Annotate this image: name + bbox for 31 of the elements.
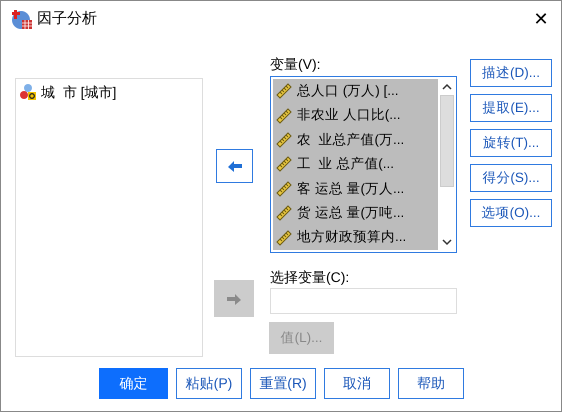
dialog-button[interactable]: 确定 [99, 368, 168, 399]
selection-variable-label: 选择变量(C): [270, 268, 350, 287]
window-title: 因子分析 [37, 8, 97, 29]
dialog-button[interactable]: 重置(R) [250, 368, 316, 399]
dialog-button[interactable]: 描述(D)... [470, 59, 552, 87]
app-icon [11, 8, 33, 30]
dialog-button[interactable]: 取消 [324, 368, 390, 399]
nominal-variable-icon [19, 83, 37, 101]
scroll-up-icon [442, 83, 452, 91]
ruler-icon [276, 230, 292, 246]
selection-variable-field[interactable] [270, 288, 457, 314]
dialog-button[interactable]: 帮助 [398, 368, 464, 399]
dialog-button[interactable]: 提取(E)... [470, 94, 552, 122]
dialog-button[interactable]: 得分(S)... [470, 164, 552, 192]
dialog-button[interactable]: 粘贴(P) [176, 368, 242, 399]
ruler-icon [276, 180, 292, 197]
arrow-icon [226, 292, 242, 306]
scroll-down-icon [442, 238, 452, 246]
ruler-icon [276, 205, 292, 222]
ruler-icon [276, 156, 292, 172]
variable-item[interactable]: 城 市 [城市] [19, 82, 199, 102]
variables-list[interactable]: 总人口 (万人) [... 非农业 人口比(... 农 业总产值(万... 工 业 总产值(... 客 运总 量(万人... 货 运总 量(万吨... 地方财政预算内... [270, 76, 457, 253]
ruler-icon [276, 83, 292, 100]
dialog-button[interactable]: 旋转(T)... [470, 129, 552, 157]
ruler-icon [276, 108, 292, 124]
close-button[interactable]: ✕ [521, 1, 561, 37]
source-variable-list[interactable]: 城 市 [城市] [15, 78, 203, 357]
dialog-button[interactable]: 选项(O)... [470, 199, 552, 227]
variables-label: 变量(V): [270, 55, 322, 73]
arrow-icon [226, 159, 242, 173]
ruler-icon [276, 132, 292, 148]
